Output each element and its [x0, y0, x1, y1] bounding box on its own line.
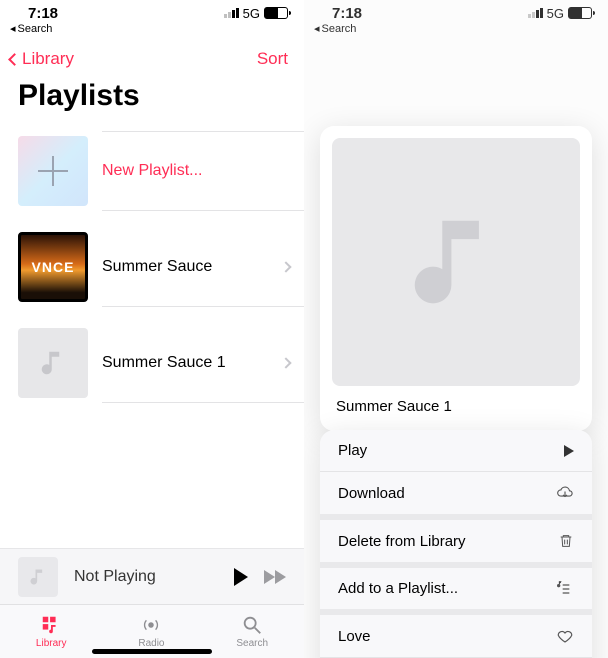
menu-delete[interactable]: Delete from Library [320, 520, 592, 568]
chevron-right-icon [280, 357, 291, 368]
left-screen: 7:18 5G ◂ Search Library Sort Playlists … [0, 0, 304, 658]
new-playlist-thumb [18, 136, 88, 206]
status-bar: 7:18 5G [0, 0, 304, 22]
playlist-thumb: VNCE [18, 232, 88, 302]
right-screen: 7:18 5G ◂ Search Summer Sauce 1 Play Dow… [304, 0, 608, 658]
playlist-preview-card[interactable]: Summer Sauce 1 [320, 126, 592, 431]
menu-label: Play [338, 442, 367, 459]
search-icon [240, 614, 264, 636]
battery-icon [264, 7, 288, 19]
thumb-text: VNCE [32, 259, 75, 275]
tab-library[interactable]: Library [36, 614, 67, 649]
trash-icon [558, 532, 574, 550]
nav-bar: Library Sort [0, 39, 304, 73]
home-indicator[interactable] [92, 649, 212, 654]
forward-icon[interactable] [264, 570, 286, 584]
tab-label: Search [236, 638, 268, 649]
now-playing-label: Not Playing [74, 568, 218, 586]
menu-label: Download [338, 485, 405, 502]
network-label: 5G [243, 6, 260, 21]
menu-download[interactable]: Download [320, 472, 592, 520]
preview-art [332, 138, 580, 386]
chevron-left-icon [8, 53, 21, 66]
tab-label: Library [36, 638, 67, 649]
playlist-row-summer[interactable]: VNCE Summer Sauce [0, 219, 304, 315]
new-playlist-label: New Playlist... [102, 162, 202, 180]
playlist-list: New Playlist... VNCE Summer Sauce Summer… [0, 123, 304, 411]
new-playlist-row[interactable]: New Playlist... [0, 123, 304, 219]
play-icon[interactable] [234, 568, 248, 586]
menu-label: Add to a Playlist... [338, 580, 458, 597]
tab-search[interactable]: Search [236, 614, 268, 649]
miniplayer-art [18, 557, 58, 597]
music-note-icon [28, 567, 48, 587]
cloud-download-icon [556, 484, 574, 502]
library-icon [39, 614, 63, 636]
menu-play[interactable]: Play [320, 430, 592, 472]
radio-icon [139, 614, 163, 636]
sort-button[interactable]: Sort [257, 49, 288, 69]
back-to-search[interactable]: ◂ Search [0, 22, 304, 39]
context-menu: Play Download Delete from Library Add to… [320, 430, 592, 658]
preview-title: Summer Sauce 1 [332, 386, 580, 419]
playlist-label: Summer Sauce 1 [102, 354, 226, 372]
playlist-thumb [18, 328, 88, 398]
heart-icon [556, 627, 574, 645]
menu-label: Delete from Library [338, 533, 466, 550]
tab-radio[interactable]: Radio [138, 614, 164, 649]
playlist-label: Summer Sauce [102, 258, 212, 276]
chevron-right-icon [280, 261, 291, 272]
menu-add-to-playlist[interactable]: Add to a Playlist... [320, 568, 592, 615]
status-time: 7:18 [28, 5, 58, 22]
playlist-add-icon [554, 581, 574, 597]
plus-icon [38, 156, 68, 186]
library-back-button[interactable]: Library [10, 49, 74, 69]
page-title: Playlists [0, 73, 304, 123]
signal-icon [224, 8, 239, 18]
mini-player[interactable]: Not Playing [0, 548, 304, 604]
tab-label: Radio [138, 638, 164, 649]
chevron-left-icon: ◂ [10, 22, 16, 35]
library-label: Library [22, 49, 74, 69]
menu-love[interactable]: Love [320, 615, 592, 658]
playlist-row-summer1[interactable]: Summer Sauce 1 [0, 315, 304, 411]
menu-label: Love [338, 628, 371, 645]
play-icon [564, 445, 574, 457]
back-search-label: Search [18, 23, 53, 35]
music-note-icon [38, 348, 68, 378]
music-note-icon [401, 207, 511, 317]
